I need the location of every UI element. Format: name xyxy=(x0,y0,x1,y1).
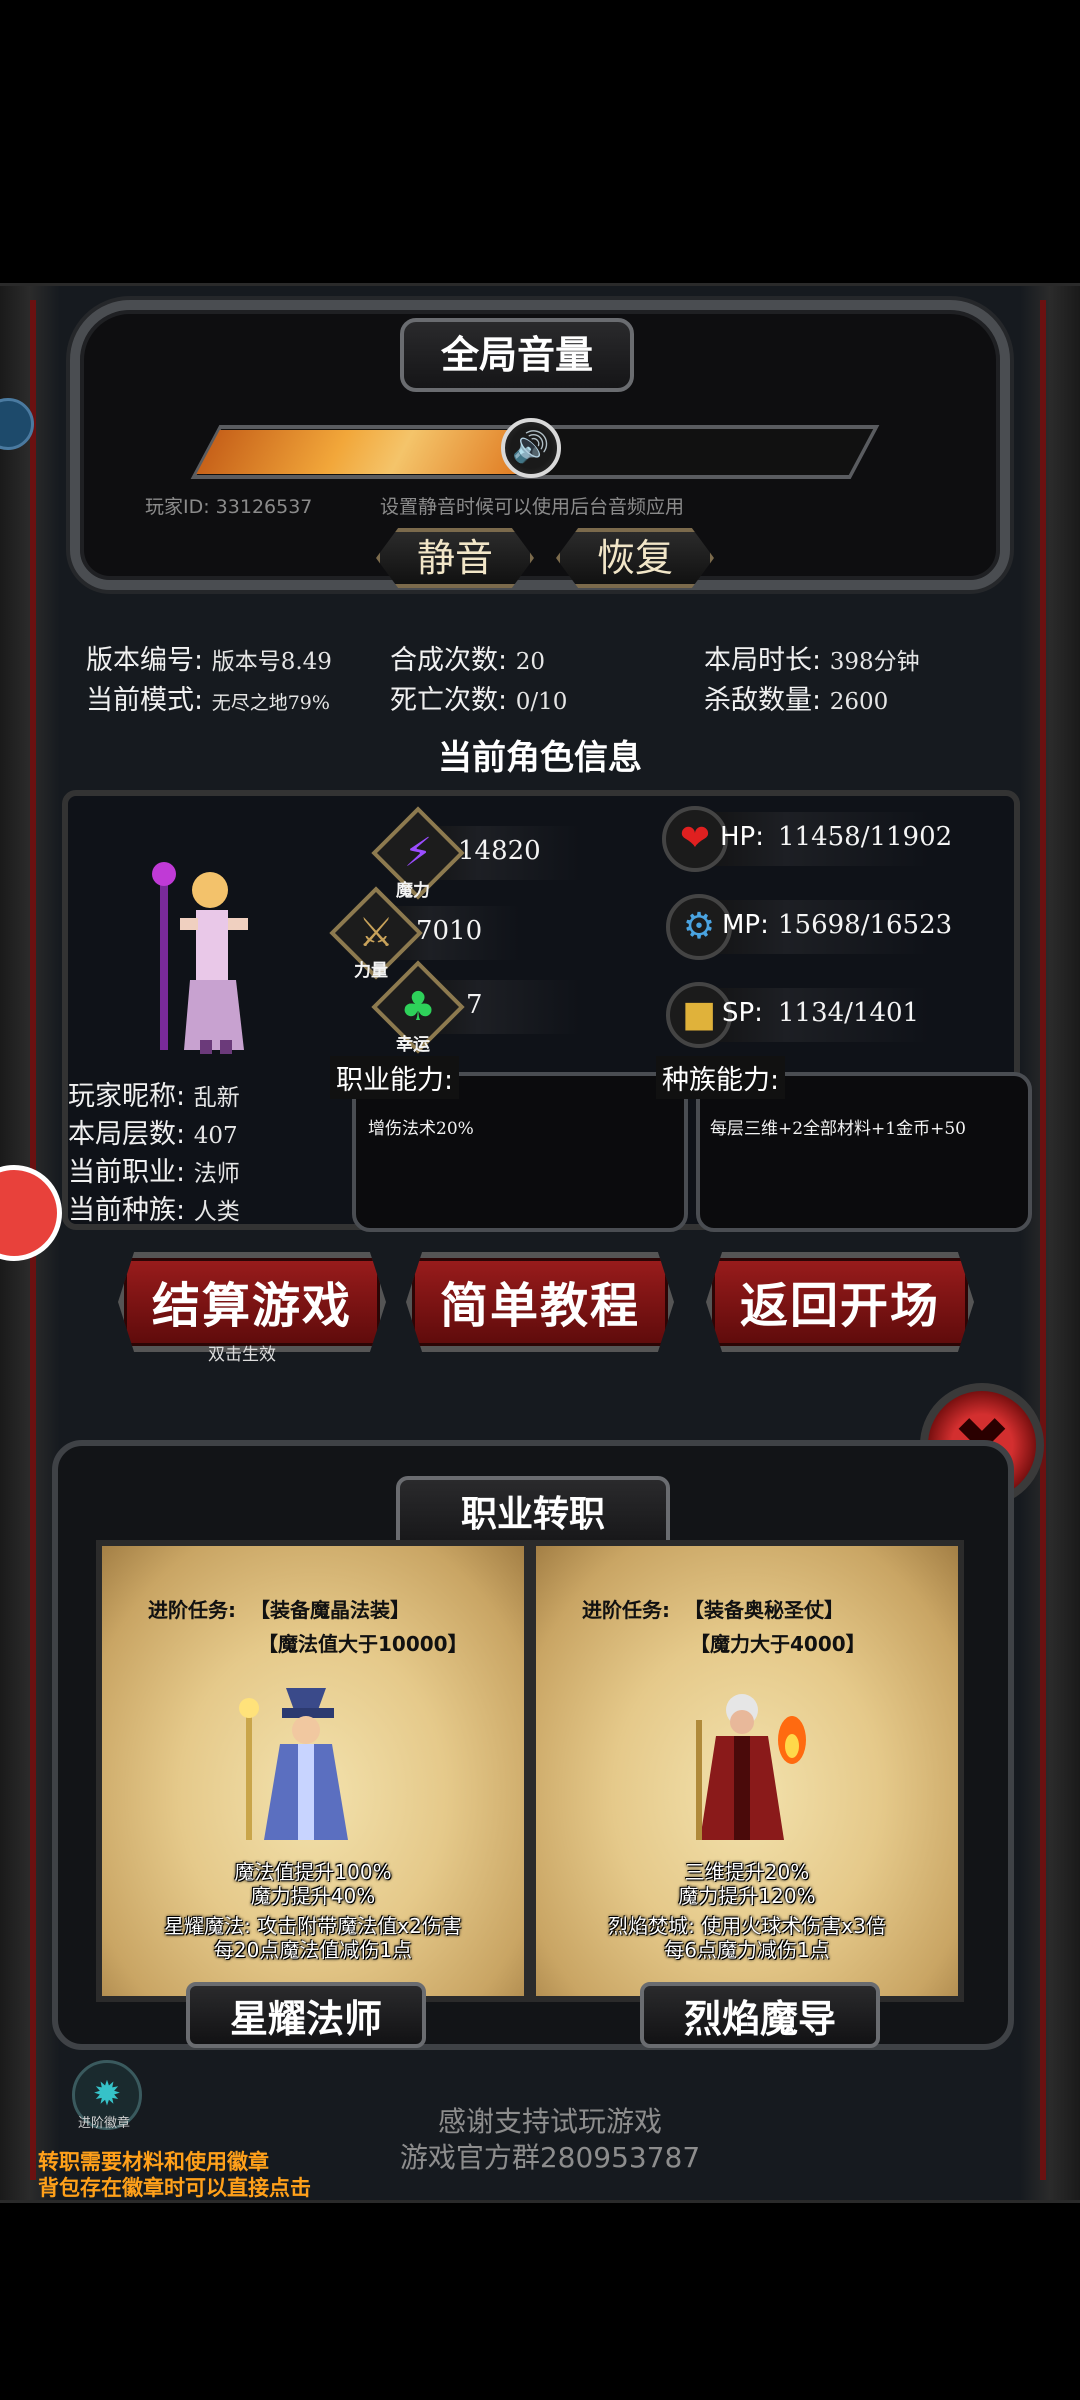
player-id: 玩家ID: 33126537 xyxy=(145,496,313,518)
mp-text: MP: xyxy=(722,910,769,940)
card2-quest-label: 进阶任务: xyxy=(582,1598,670,1622)
class-value: 法师 xyxy=(193,1161,240,1187)
duration-value: 398分钟 xyxy=(829,649,920,675)
heart-icon: ❤ xyxy=(662,806,728,872)
volume-slider-fill xyxy=(196,430,543,474)
race-ability-text: 每层三维+2全部材料+1金币+50 xyxy=(710,1119,966,1139)
death-label: 死亡次数: xyxy=(390,685,508,716)
settle-hint: 双击生效 xyxy=(208,1345,276,1365)
merge-label: 合成次数: xyxy=(390,645,508,676)
floor-value: 407 xyxy=(193,1123,238,1149)
race-ability-label: 种族能力: xyxy=(656,1056,786,1099)
mode-label: 当前模式: xyxy=(86,685,204,716)
right-rail xyxy=(1040,300,1046,2180)
class-label: 当前职业: xyxy=(68,1157,186,1188)
nickname-label: 玩家昵称: xyxy=(68,1081,186,1112)
star-mage-button[interactable]: 星耀法师 xyxy=(186,1982,426,2048)
floor-label: 本局层数: xyxy=(68,1119,186,1150)
card1-quest-1: 【装备魔晶法装】 xyxy=(250,1598,410,1622)
luck-label: 幸运 xyxy=(396,1035,430,1055)
group-text: 游戏官方群280953787 xyxy=(399,2141,701,2174)
strength-label: 力量 xyxy=(354,961,388,981)
version-value: 版本号8.49 xyxy=(211,649,332,675)
volume-title: 全局音量 xyxy=(400,318,634,392)
class-row: 当前职业: 法师 xyxy=(68,1150,240,1189)
return-start-button[interactable]: 返回开场 xyxy=(706,1252,974,1352)
card1-skill-2: 每20点魔法值减伤1点 xyxy=(213,1938,413,1962)
thanks-text: 感谢支持试玩游戏 xyxy=(437,2105,662,2138)
settle-game-button[interactable]: 结算游戏 xyxy=(118,1252,386,1352)
sp-text: SP: xyxy=(722,998,763,1028)
nickname-row: 玩家昵称: 乱新 xyxy=(68,1074,240,1113)
luck-value: 7 xyxy=(466,990,483,1020)
kill-value: 2600 xyxy=(829,689,889,715)
magic-label: 魔力 xyxy=(396,881,430,901)
strength-value: 7010 xyxy=(416,916,483,946)
class-ability-text: 增伤法术20% xyxy=(368,1119,474,1139)
badge-label: 进阶徽章 xyxy=(78,2116,131,2131)
card2-quest-2: 【魔力大于4000】 xyxy=(690,1632,866,1656)
mute-hint: 设置静音时候可以使用后台音频应用 xyxy=(380,496,685,518)
nickname-value: 乱新 xyxy=(193,1085,240,1111)
floor-row: 本局层数: 407 xyxy=(68,1112,238,1151)
race-value: 人类 xyxy=(193,1199,240,1225)
mp-value: 15698/16523 xyxy=(778,910,953,940)
version-label: 版本编号: xyxy=(86,645,204,676)
kill-row: 杀敌数量: 2600 xyxy=(704,678,888,717)
sp-value: 1134/1401 xyxy=(778,998,920,1028)
star-mage-sprite xyxy=(239,1688,348,1840)
flame-mage-sprite xyxy=(696,1694,806,1840)
card2-quest-1: 【装备奥秘圣仗】 xyxy=(684,1598,844,1622)
death-value: 0/10 xyxy=(515,689,568,715)
race-label: 当前种族: xyxy=(68,1195,186,1226)
kill-label: 杀敌数量: xyxy=(704,685,822,716)
mode-value: 无尽之地79% xyxy=(211,692,330,714)
card1-quest-label: 进阶任务: xyxy=(148,1598,236,1622)
restore-button[interactable]: 恢复 xyxy=(556,528,714,588)
duration-label: 本局时长: xyxy=(704,645,822,676)
flame-mage-button[interactable]: 烈焰魔导 xyxy=(640,1982,880,2048)
mute-button[interactable]: 静音 xyxy=(376,528,534,588)
card1-quest-2: 【魔法值大于10000】 xyxy=(258,1632,468,1656)
class-ability-label: 职业能力: xyxy=(330,1056,460,1099)
version-row: 版本编号: 版本号8.49 xyxy=(86,638,332,677)
tutorial-button[interactable]: 简单教程 xyxy=(406,1252,674,1352)
hp-value: 11458/11902 xyxy=(778,822,953,852)
duration-row: 本局时长: 398分钟 xyxy=(704,638,920,677)
card2-bonus-2: 魔力提升120% xyxy=(678,1884,816,1908)
magic-value: 14820 xyxy=(458,836,541,866)
note-2: 背包存在徽章时可以直接点击 xyxy=(38,2176,311,2200)
hp-text: HP: xyxy=(720,822,764,852)
speaker-icon[interactable]: 🔊 xyxy=(501,418,561,478)
character-section-title: 当前角色信息 xyxy=(438,738,642,778)
mode-row: 当前模式: 无尽之地79% xyxy=(86,678,330,717)
race-row: 当前种族: 人类 xyxy=(68,1188,240,1227)
card2-skill-2: 每6点魔力减伤1点 xyxy=(664,1938,830,1962)
merge-row: 合成次数: 20 xyxy=(390,638,545,677)
mage-character-sprite xyxy=(152,862,248,1054)
death-row: 死亡次数: 0/10 xyxy=(390,678,567,717)
merge-value: 20 xyxy=(515,649,545,675)
card1-bonus-2: 魔力提升40% xyxy=(250,1884,376,1908)
